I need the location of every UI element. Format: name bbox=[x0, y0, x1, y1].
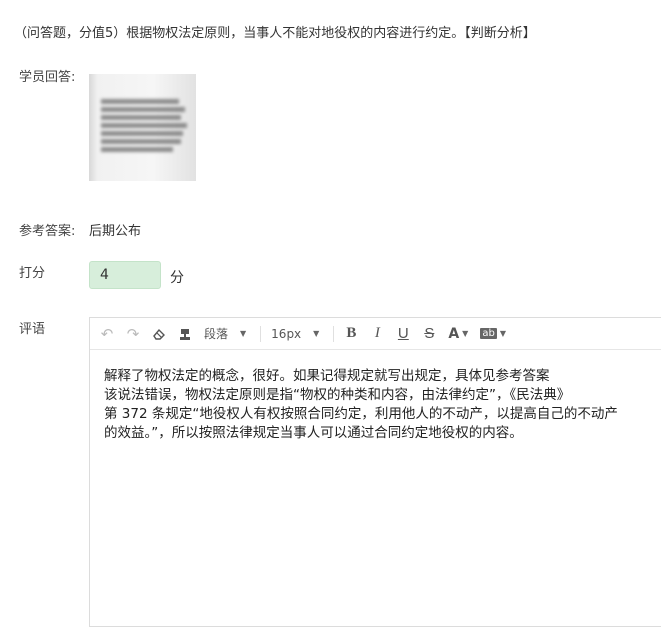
comment-line: 的效益。”，所以按照法律规定当事人可以通过合同约定地役权的内容。 bbox=[104, 425, 523, 441]
comment-editor[interactable]: ↶ ↷ 段落 ▼ 16px ▼ B I U S A ▼ ab ▼ 解释了物权法定… bbox=[89, 317, 661, 627]
comment-line: 第 372 条规定“地役权人有权按照合同约定，利用他人的不动产，以提高自己的不动… bbox=[104, 406, 618, 422]
reference-answer-value: 后期公布 bbox=[89, 224, 142, 239]
editor-content[interactable]: 解释了物权法定的概念，很好。如果记得规定就写出规定，具体见参考答案 该说法错误，… bbox=[90, 350, 661, 443]
italic-button[interactable]: I bbox=[366, 323, 388, 345]
paragraph-label: 段落 bbox=[204, 327, 229, 341]
editor-toolbar: ↶ ↷ 段落 ▼ 16px ▼ B I U S A ▼ ab ▼ bbox=[90, 318, 661, 350]
underline-button[interactable]: U bbox=[392, 323, 414, 345]
image-text-line bbox=[101, 123, 187, 128]
image-text-line bbox=[101, 115, 181, 120]
comment-line: 解释了物权法定的概念，很好。如果记得规定就写出规定，具体见参考答案 bbox=[104, 368, 550, 384]
font-size-label: 16px bbox=[271, 326, 302, 341]
font-size-dropdown[interactable]: 16px ▼ bbox=[267, 323, 323, 345]
highlight-label: ab bbox=[480, 328, 497, 339]
score-label: 打分 bbox=[19, 266, 46, 281]
chevron-down-icon: ▼ bbox=[240, 329, 247, 338]
student-answer-image[interactable] bbox=[89, 74, 196, 181]
toolbar-divider bbox=[333, 325, 335, 342]
toolbar-divider bbox=[260, 325, 262, 342]
image-text-line bbox=[101, 107, 185, 112]
image-text-line bbox=[101, 139, 181, 144]
font-color-label: A bbox=[448, 325, 460, 342]
image-text-line bbox=[101, 99, 179, 104]
highlight-dropdown[interactable]: ab ▼ bbox=[476, 323, 510, 345]
undo-icon[interactable]: ↶ bbox=[96, 323, 118, 345]
score-unit: 分 bbox=[170, 270, 184, 286]
comment-line: 该说法错误，物权法定原则是指“物权的种类和内容，由法律约定”，《民法典》 bbox=[104, 387, 571, 403]
strikethrough-button[interactable]: S bbox=[418, 323, 440, 345]
eraser-icon[interactable] bbox=[148, 323, 170, 345]
image-text-line bbox=[101, 147, 173, 152]
font-color-dropdown[interactable]: A ▼ bbox=[444, 323, 472, 345]
paragraph-dropdown[interactable]: 段落 ▼ bbox=[200, 323, 250, 345]
comment-label: 评语 bbox=[19, 322, 46, 337]
reference-answer-label: 参考答案: bbox=[19, 224, 76, 239]
student-answer-label: 学员回答: bbox=[19, 70, 76, 85]
format-painter-icon[interactable] bbox=[174, 323, 196, 345]
chevron-down-icon: ▼ bbox=[462, 329, 469, 338]
question-text: （问答题，分值5）根据物权法定原则，当事人不能对地役权的内容进行约定。【判断分析… bbox=[14, 26, 536, 41]
redo-icon[interactable]: ↷ bbox=[122, 323, 144, 345]
chevron-down-icon: ▼ bbox=[313, 329, 320, 338]
score-input[interactable] bbox=[89, 261, 161, 289]
bold-button[interactable]: B bbox=[340, 323, 362, 345]
image-text-line bbox=[101, 131, 183, 136]
chevron-down-icon: ▼ bbox=[499, 329, 506, 338]
